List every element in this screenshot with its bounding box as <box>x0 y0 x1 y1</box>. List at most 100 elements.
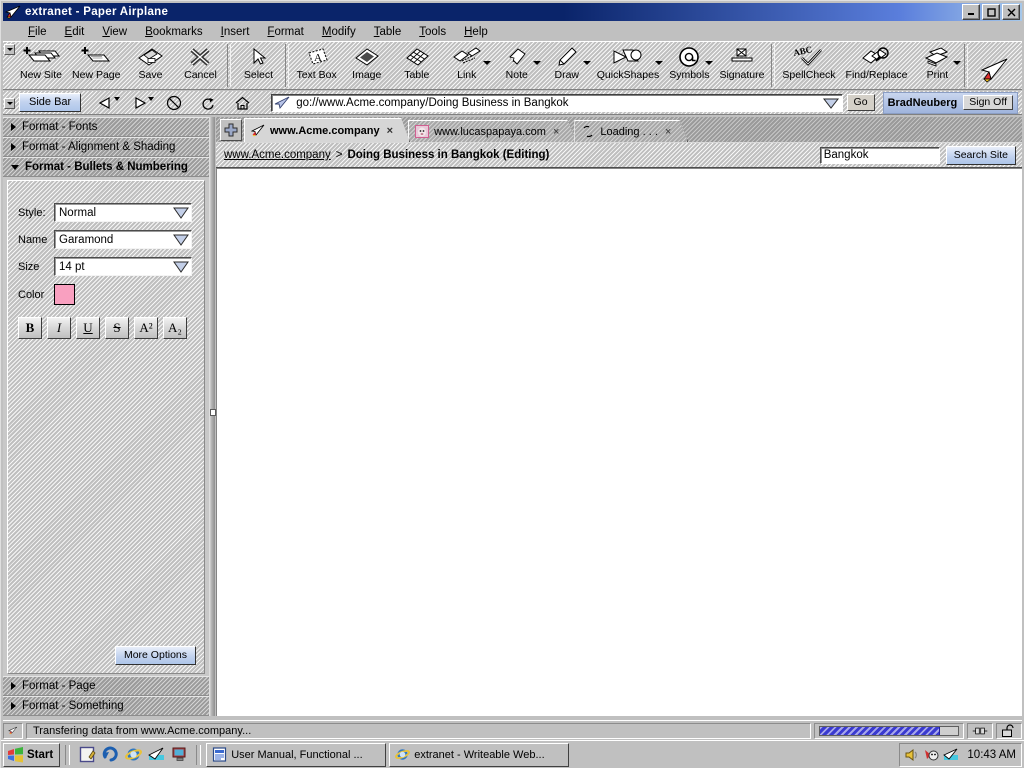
search-input[interactable]: Bangkok <box>819 146 940 164</box>
draw-dropdown-caret[interactable] <box>582 61 591 65</box>
toolbar-group-insert: A Text Box Image Table Link Note Draw Qu… <box>291 42 769 89</box>
quickshapes-dropdown-caret[interactable] <box>655 61 664 65</box>
stop-button[interactable] <box>157 92 191 114</box>
address-dropdown-button[interactable] <box>822 96 840 110</box>
note-button[interactable]: Note <box>492 42 542 89</box>
link-dropdown-caret[interactable] <box>482 61 491 65</box>
side-bar-toggle-button[interactable]: Side Bar <box>19 93 82 112</box>
go-button[interactable]: Go <box>846 94 875 111</box>
chevron-down-icon[interactable] <box>171 232 191 247</box>
menu-edit[interactable]: Edit <box>56 25 94 39</box>
minimize-button[interactable] <box>962 4 980 20</box>
internet-explorer-icon[interactable] <box>124 746 142 764</box>
sidebar-section-format-fonts[interactable]: Format - Fonts <box>3 117 209 137</box>
menu-tools[interactable]: Tools <box>410 25 455 39</box>
menu-file[interactable]: File <box>19 25 56 39</box>
new-tab-button[interactable] <box>220 119 242 141</box>
task-user-manual[interactable]: User Manual, Functional ... <box>206 742 387 767</box>
sidebar-section-format-bullets-numbering[interactable]: Format - Bullets & Numbering <box>3 157 209 177</box>
image-button[interactable]: Image <box>342 42 392 89</box>
chevron-down-icon[interactable] <box>171 259 191 274</box>
close-button[interactable] <box>1002 4 1020 20</box>
show-desktop-icon[interactable] <box>170 746 188 764</box>
menu-view[interactable]: View <box>93 25 136 39</box>
symbols-dropdown-caret[interactable] <box>705 61 714 65</box>
maximize-button[interactable] <box>982 4 1000 20</box>
quickshapes-button[interactable]: QuickShapes <box>592 42 664 89</box>
font-size-select[interactable]: 14 pt <box>54 257 192 276</box>
draw-button[interactable]: Draw <box>542 42 592 89</box>
subscript-button[interactable]: A₂ <box>163 317 187 339</box>
task-extranet[interactable]: extranet - Writeable Web... <box>389 742 570 767</box>
back-button[interactable] <box>89 92 123 114</box>
menu-table[interactable]: Table <box>365 25 411 39</box>
navbar-grip[interactable] <box>3 96 15 109</box>
reload-button[interactable] <box>191 92 225 114</box>
menu-format[interactable]: Format <box>258 25 312 39</box>
text-box-button[interactable]: A Text Box <box>291 42 341 89</box>
strikethrough-button[interactable]: S <box>105 317 129 339</box>
sidebar-section-format-page[interactable]: Format - Page <box>3 676 209 696</box>
sidebar-section-format-something[interactable]: Format - Something <box>3 696 209 716</box>
print-dropdown-caret[interactable] <box>953 61 962 65</box>
chevron-down-icon[interactable] <box>171 205 191 220</box>
superscript-button[interactable]: A² <box>134 317 158 339</box>
home-button[interactable] <box>225 92 259 114</box>
menu-insert[interactable]: Insert <box>212 25 259 39</box>
menu-bookmarks[interactable]: Bookmarks <box>136 25 212 39</box>
color-swatch[interactable] <box>54 284 75 305</box>
address-input[interactable]: go://www.Acme.company/Doing Business in … <box>271 93 843 112</box>
new-page-button[interactable]: New Page <box>67 42 125 89</box>
symbols-button[interactable]: Symbols <box>664 42 714 89</box>
more-options-button[interactable]: More Options <box>114 646 196 665</box>
italic-button[interactable]: I <box>47 317 71 339</box>
find-replace-button[interactable]: Find/Replace <box>841 42 913 89</box>
content-area: www.Acme.company × www.lucaspapaya.com ×… <box>216 117 1022 716</box>
tab-loading[interactable]: Loading . . . × <box>574 120 688 142</box>
chevron-down-icon <box>11 164 19 170</box>
cancel-button[interactable]: Cancel <box>175 42 225 89</box>
table-button[interactable]: Table <box>392 42 442 89</box>
start-button[interactable]: Start <box>3 742 61 767</box>
toolbar-grip[interactable] <box>3 42 15 89</box>
tab-lucaspapaya[interactable]: www.lucaspapaya.com × <box>408 120 576 142</box>
back-dropdown-caret[interactable] <box>114 96 121 101</box>
sidebar-splitter[interactable] <box>209 117 216 716</box>
spellcheck-button[interactable]: ABC SpellCheck <box>777 42 840 89</box>
tab-close-button[interactable]: × <box>553 126 559 138</box>
tab-acme-company[interactable]: www.Acme.company × <box>244 118 410 142</box>
notepad-icon[interactable] <box>78 746 96 764</box>
more-options-row: More Options <box>8 646 204 673</box>
search-site-button[interactable]: Search Site <box>945 145 1016 165</box>
menu-view-rest: iew <box>109 26 128 38</box>
style-select[interactable]: Normal <box>54 203 192 222</box>
note-dropdown-caret[interactable] <box>532 61 541 65</box>
new-site-button[interactable]: New Site <box>15 42 67 89</box>
tab-close-button[interactable]: × <box>665 126 671 138</box>
window-title: extranet - Paper Airplane <box>25 6 169 18</box>
bold-button[interactable]: B <box>18 317 42 339</box>
breadcrumb-root-link[interactable]: www.Acme.company <box>224 149 331 161</box>
sidebar-section-format-alignment-shading[interactable]: Format - Alignment & Shading <box>3 137 209 157</box>
forward-button[interactable] <box>123 92 157 114</box>
status-message: Transfering data from www.Acme.company..… <box>26 722 811 739</box>
page-canvas[interactable] <box>216 168 1022 716</box>
forward-dropdown-caret[interactable] <box>148 96 155 101</box>
save-button[interactable]: Save <box>125 42 175 89</box>
tab-close-button[interactable]: × <box>387 125 393 137</box>
link-button[interactable]: Link <box>442 42 492 89</box>
underline-button[interactable]: U <box>76 317 100 339</box>
signature-button[interactable]: Signature <box>714 42 769 89</box>
paper-airplane-icon[interactable] <box>943 748 959 762</box>
font-name-select[interactable]: Garamond <box>54 230 192 249</box>
brand-button[interactable] <box>970 42 1020 89</box>
select-button[interactable]: Select <box>233 42 283 89</box>
paper-airplane-icon[interactable] <box>147 746 165 764</box>
print-button[interactable]: Print <box>912 42 962 89</box>
antivirus-icon[interactable] <box>924 748 939 762</box>
menu-help[interactable]: Help <box>455 25 497 39</box>
menu-modify[interactable]: Modify <box>313 25 365 39</box>
volume-icon[interactable] <box>905 748 920 762</box>
undo-icon[interactable] <box>101 746 119 764</box>
sign-off-button[interactable]: Sign Off <box>963 95 1013 110</box>
